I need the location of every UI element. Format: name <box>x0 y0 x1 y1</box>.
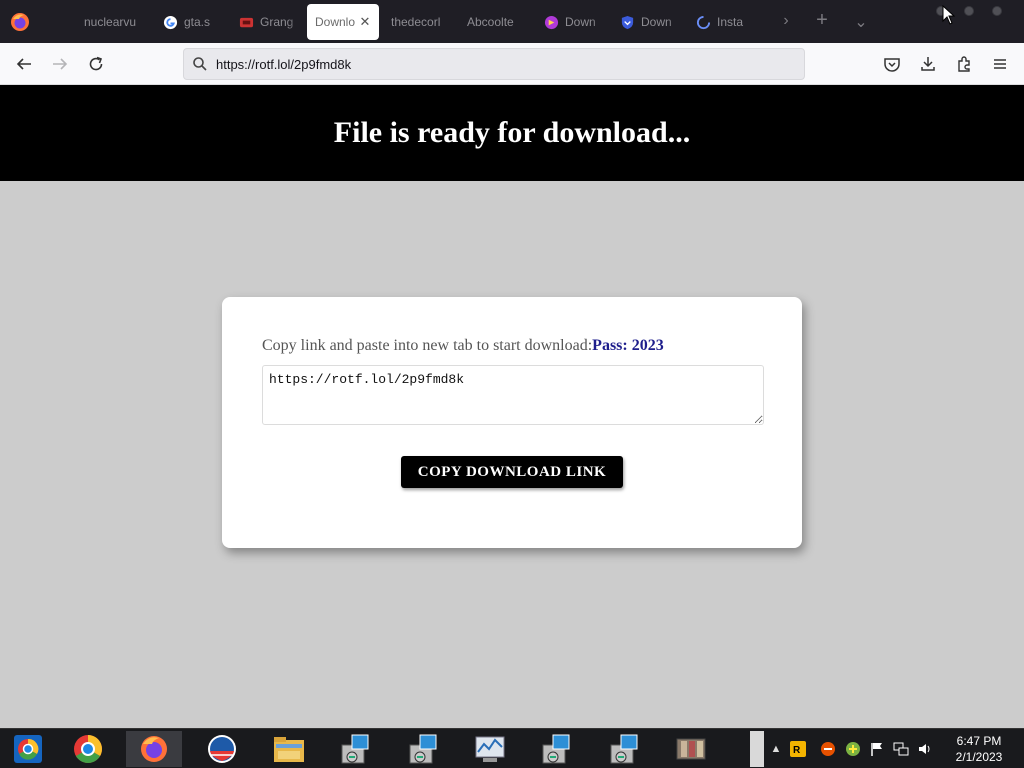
taskbar-scroll[interactable] <box>750 731 764 767</box>
clock-time: 6:47 PM <box>956 734 1002 748</box>
tab-grand[interactable]: Grang <box>230 4 306 40</box>
new-tab-icon[interactable]: + <box>812 9 832 32</box>
scroll-tabs-right-icon[interactable]: › <box>776 12 796 30</box>
shield-icon <box>619 14 635 30</box>
download-link-textarea[interactable] <box>262 365 764 425</box>
tab-down-1[interactable]: Down <box>535 4 611 40</box>
file-explorer-icon[interactable] <box>261 731 317 767</box>
tab-thedecorl[interactable]: thedecorl <box>383 4 461 40</box>
block-icon[interactable] <box>820 741 836 757</box>
svg-text:R: R <box>793 745 801 756</box>
hamburger-menu-icon[interactable] <box>989 53 1011 75</box>
instruction-label: Copy link and paste into new tab to star… <box>262 337 593 354</box>
system-clock[interactable]: 6:47 PM 2/1/2023 <box>940 733 1018 765</box>
chrome-icon[interactable] <box>60 731 116 767</box>
chrome-beta-icon[interactable] <box>0 731 56 767</box>
installer-icon[interactable] <box>327 731 383 767</box>
list-tabs-icon[interactable]: ⌄ <box>851 12 871 32</box>
volume-icon[interactable] <box>917 741 933 757</box>
tab-gta[interactable]: gta.s <box>154 4 230 40</box>
archive-icon[interactable] <box>663 731 719 767</box>
navigation-toolbar <box>0 43 1024 85</box>
colorful-app-icon <box>543 14 559 30</box>
tab-down-2[interactable]: Down <box>611 4 687 40</box>
close-window-button[interactable] <box>992 6 1002 16</box>
clock-date: 2/1/2023 <box>955 750 1003 764</box>
firefox-menu-icon[interactable] <box>9 11 31 33</box>
downloads-icon[interactable] <box>917 53 939 75</box>
page-header: File is ready for download... <box>0 85 1024 181</box>
task-manager-icon[interactable] <box>462 731 518 767</box>
tab-strip: nuclearvu gta.s Grang Downlo ✕ thedecorl… <box>0 0 1024 43</box>
tab-title: Downlo <box>315 15 356 29</box>
obama-logo-icon[interactable] <box>194 731 250 767</box>
reload-icon[interactable] <box>85 53 107 75</box>
show-hidden-icons-icon[interactable]: ▲ <box>768 741 784 757</box>
back-arrow-icon[interactable] <box>13 53 35 75</box>
game-icon <box>238 14 254 30</box>
network-icon[interactable] <box>893 741 909 757</box>
address-bar[interactable] <box>183 48 805 80</box>
search-icon <box>192 56 208 72</box>
maximize-window-button[interactable] <box>964 6 974 16</box>
mouse-cursor-icon <box>942 4 956 30</box>
installer-icon[interactable] <box>395 731 451 767</box>
installer-icon[interactable] <box>596 731 652 767</box>
windows-taskbar: ▲ R 6:47 PM 2/1/2023 <box>0 728 1024 768</box>
tab-abcoolte[interactable]: Abcoolte <box>459 4 535 40</box>
tab-nuclearvu[interactable]: nuclearvu <box>76 4 154 40</box>
flag-icon[interactable] <box>869 741 885 757</box>
instruction-text: Copy link and paste into new tab to star… <box>262 337 664 355</box>
google-icon <box>162 14 178 30</box>
forward-arrow-icon[interactable] <box>49 53 71 75</box>
copy-download-link-button[interactable]: COPY DOWNLOAD LINK <box>401 456 623 488</box>
installer-icon[interactable] <box>528 731 584 767</box>
password-label: Pass: 2023 <box>592 337 664 354</box>
rockstar-icon[interactable]: R <box>790 741 806 757</box>
pocket-icon[interactable] <box>881 53 903 75</box>
loading-icon <box>695 14 711 30</box>
page-title: File is ready for download... <box>333 116 691 149</box>
url-input[interactable] <box>216 49 776 79</box>
tab-insta[interactable]: Insta <box>687 4 767 40</box>
download-card: Copy link and paste into new tab to star… <box>222 297 802 548</box>
firefox-icon[interactable] <box>126 731 182 767</box>
close-tab-icon[interactable]: ✕ <box>357 14 373 30</box>
tab-download-active[interactable]: Downlo ✕ <box>307 4 379 40</box>
extensions-icon[interactable] <box>953 53 975 75</box>
plus-circle-icon[interactable] <box>845 741 861 757</box>
